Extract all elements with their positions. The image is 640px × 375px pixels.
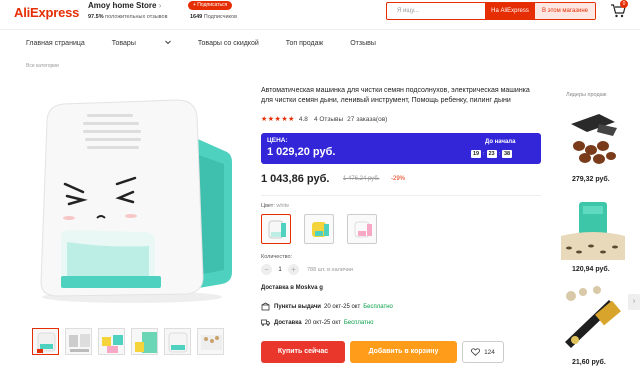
reviews-link[interactable]: 4 Отзывы xyxy=(314,116,343,123)
nav-item-products-label[interactable]: Товары xyxy=(112,40,136,47)
top-seller-price: 21,60 руб. xyxy=(572,359,606,366)
final-price: 1 043,86 руб. xyxy=(261,173,330,185)
rating-stars: ★★★★★ xyxy=(261,116,295,123)
quantity-minus-button[interactable]: − xyxy=(261,264,272,275)
top-seller-image[interactable] xyxy=(557,102,629,174)
wishlist-count: 124 xyxy=(484,348,495,356)
pickup-label: Пункты выдачи xyxy=(274,303,321,310)
price-label: ЦЕНА: xyxy=(267,137,288,144)
delivery-row: Доставка 20 окт-25 окт Бесплатно xyxy=(261,318,373,327)
buy-now-button[interactable]: Купить сейчас xyxy=(261,341,345,363)
delivery-label: Доставка xyxy=(274,319,302,326)
subscribers-text: Подписчиков xyxy=(203,14,238,20)
color-label-text: Цвет: xyxy=(261,203,275,209)
top-header: AliExpress Amoy home Store › 97.5% полож… xyxy=(0,0,640,30)
product-title: Автоматическая машинка для чистки семян … xyxy=(261,87,530,104)
store-rating-text: положительных отзывов xyxy=(105,14,168,20)
thumbnail[interactable] xyxy=(32,328,59,355)
rating-value: 4.8 xyxy=(298,115,308,123)
color-swatch-pink[interactable] xyxy=(347,214,377,244)
cart-count-badge: 0 xyxy=(620,0,628,8)
quantity-label: Количество: xyxy=(261,254,293,260)
add-to-cart-button[interactable]: Добавить в корзину xyxy=(350,341,457,363)
countdown-label: До начала xyxy=(485,139,516,145)
top-seller-price: 279,32 руб. xyxy=(572,176,610,183)
store-name[interactable]: Amoy home Store › xyxy=(88,1,161,10)
ship-to[interactable]: Доставка в Moskva g xyxy=(261,285,323,291)
pickup-point-icon xyxy=(261,302,270,311)
countdown-timer: 19 : 23 : 38 xyxy=(471,150,513,158)
quantity-plus-button[interactable]: + xyxy=(288,264,299,275)
chevron-down-icon xyxy=(164,40,171,45)
top-seller-price: 120,94 руб. xyxy=(572,266,610,273)
countdown-minutes: 23 xyxy=(486,150,497,158)
store-rating: 97.5% положительных отзывов xyxy=(88,14,168,20)
thumbnail-strip xyxy=(32,328,224,355)
color-swatch-white[interactable] xyxy=(261,214,291,244)
thumbnail[interactable] xyxy=(65,328,92,355)
delivery-dates: 20 окт-25 окт xyxy=(304,319,341,326)
quantity-available: 788 шт. в наличии xyxy=(307,266,353,273)
thumbnail[interactable] xyxy=(131,328,158,355)
thumbnail[interactable] xyxy=(164,328,191,355)
nav-item-home[interactable]: Главная страница xyxy=(26,40,85,47)
sale-price: 1 029,20 руб. xyxy=(267,146,336,158)
orders-count: 27 заказа(ов) xyxy=(347,115,388,123)
old-price: 1 476,24 руб. xyxy=(343,176,380,182)
delivery-free: Бесплатно xyxy=(343,319,374,326)
wishlist-button[interactable]: 124 xyxy=(462,341,504,363)
price-banner: ЦЕНА: 1 029,20 руб. До начала 19 : 23 : … xyxy=(261,133,541,164)
color-label: Цвет: white xyxy=(261,203,289,209)
subscribers-count: 1649 Подписчиков xyxy=(190,14,237,20)
quantity-value[interactable]: 1 xyxy=(272,267,288,273)
pickup-row: Пункты выдачи 20 окт-25 окт Бесплатно xyxy=(261,302,393,311)
aliexpress-logo[interactable]: AliExpress xyxy=(14,5,79,20)
search-bar: Я ищу... На AliExpress В этом магазине xyxy=(386,2,596,20)
top-seller-image[interactable] xyxy=(557,282,629,354)
store-nav: Главная страница Товары Товары со скидко… xyxy=(26,40,403,47)
nav-item-products[interactable]: Товары xyxy=(112,40,171,47)
breadcrumb[interactable]: Все категории xyxy=(26,63,59,69)
thumbnail[interactable] xyxy=(98,328,125,355)
pickup-dates: 20 окт-25 окт xyxy=(324,303,361,310)
search-store-button[interactable]: В этом магазине xyxy=(535,3,595,19)
countdown-hours: 19 xyxy=(471,150,481,158)
subscribers-number: 1649 xyxy=(190,14,203,20)
chevron-right-icon: › xyxy=(158,1,162,10)
search-input[interactable]: Я ищу... xyxy=(387,3,485,19)
divider xyxy=(261,195,541,196)
store-rating-pct: 97.5% xyxy=(88,14,104,20)
quantity-stepper: − 1 + 788 шт. в наличии xyxy=(261,264,353,275)
chevron-right-icon[interactable]: › xyxy=(628,294,640,310)
product-main-image[interactable] xyxy=(27,92,242,307)
top-seller-image[interactable] xyxy=(557,192,629,264)
nav-item-top-sales[interactable]: Топ продаж xyxy=(286,40,323,47)
thumbnail[interactable] xyxy=(197,328,224,355)
pickup-free: Бесплатно xyxy=(363,303,393,310)
color-swatch-yellow[interactable] xyxy=(304,214,334,244)
top-sellers-label: Лидеры продаж xyxy=(566,92,607,98)
delivery-truck-icon xyxy=(261,319,270,326)
heart-icon xyxy=(471,348,481,356)
search-aliexpress-button[interactable]: На AliExpress xyxy=(485,3,535,19)
subscribe-button[interactable]: + Подписаться xyxy=(188,1,233,10)
store-name-text[interactable]: Amoy home Store xyxy=(88,1,156,10)
nav-item-discounts[interactable]: Товары со скидкой xyxy=(198,40,259,47)
rating-row: ★★★★★ 4.8 4 Отзывы 27 заказа(ов) xyxy=(261,115,388,124)
nav-item-reviews[interactable]: Отзывы xyxy=(350,40,376,47)
discount-badge: -29% xyxy=(391,176,406,182)
color-value: white xyxy=(276,203,290,209)
color-swatches xyxy=(261,214,377,244)
countdown-seconds: 38 xyxy=(502,150,513,158)
